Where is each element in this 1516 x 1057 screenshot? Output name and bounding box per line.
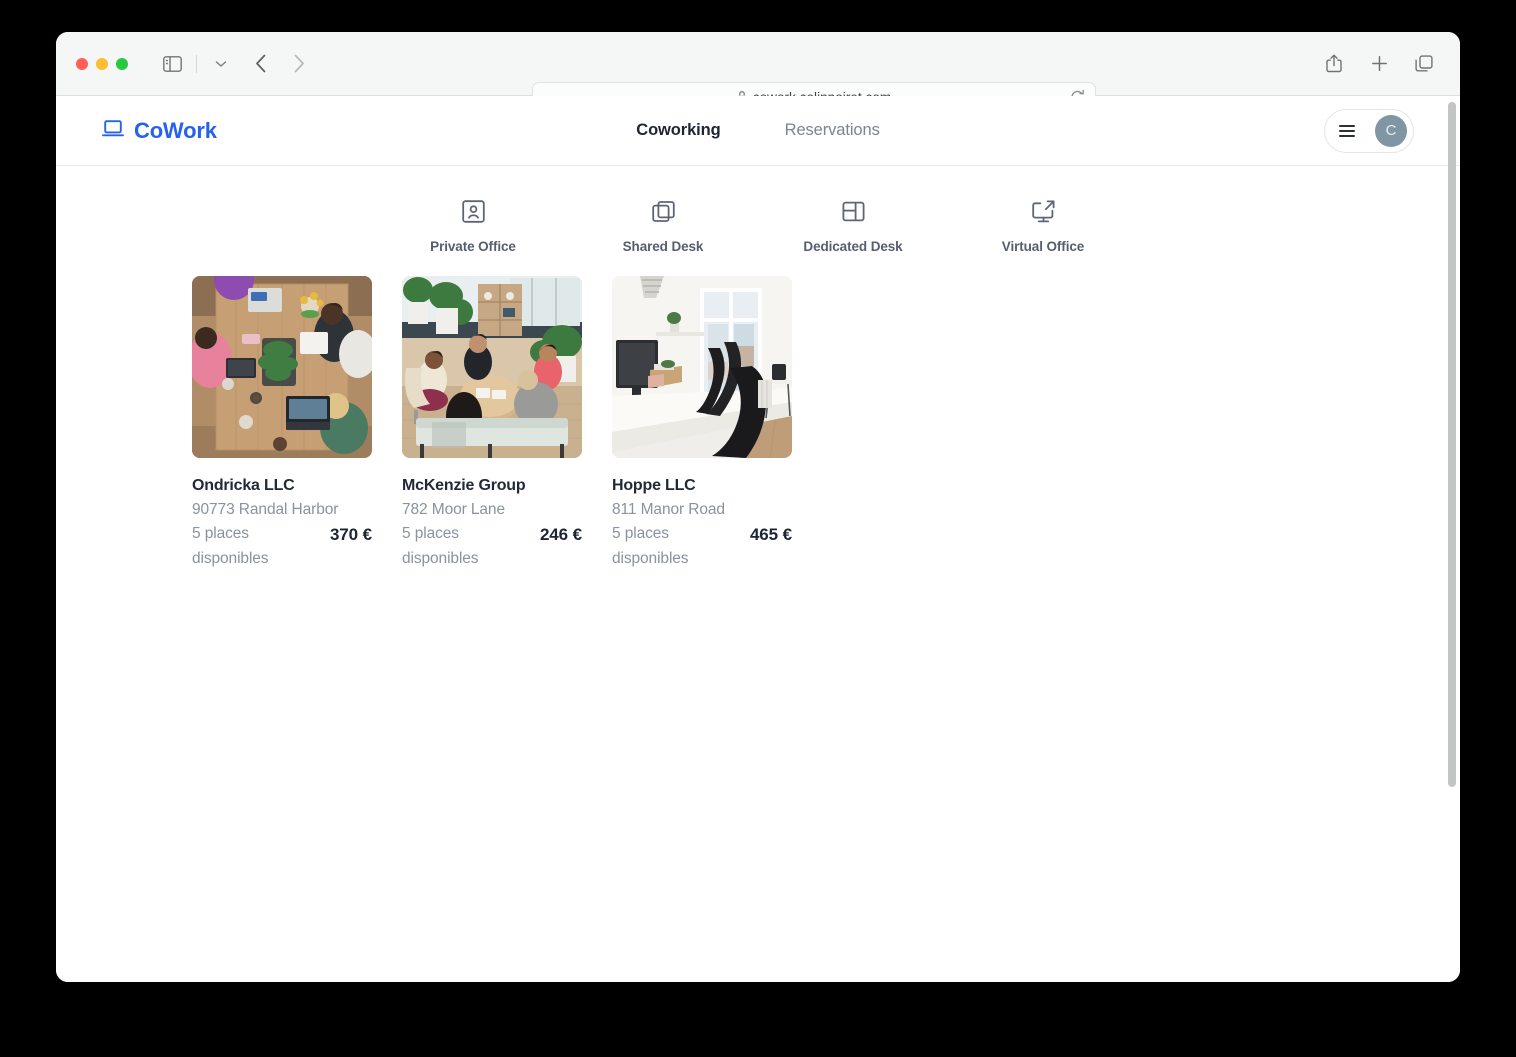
toolbar-left-group (158, 50, 235, 78)
listing-image-coworking-table-overhead[interactable] (192, 276, 372, 458)
category-label: Virtual Office (1001, 239, 1085, 254)
toolbar-divider (196, 54, 197, 73)
listing-address: 90773 Randal Harbor (192, 501, 339, 518)
listing-availability: 5 places disponibles (402, 525, 479, 567)
listing-footer: 5 places disponibles 246 € (402, 522, 582, 572)
minimize-window-button[interactable] (96, 57, 108, 70)
nav-link-coworking[interactable]: Coworking (636, 121, 720, 140)
brand-logo[interactable]: CoWork (102, 118, 217, 144)
category-label: Shared Desk (622, 239, 704, 254)
account-menu-button[interactable]: C (1324, 108, 1414, 153)
chevron-down-icon[interactable] (207, 50, 235, 78)
listing-card[interactable]: Hoppe LLC 811 Manor Road 5 places dispon… (612, 276, 792, 572)
overlapping-squares-icon (650, 198, 677, 230)
listing-name: Hoppe LLC (612, 477, 696, 494)
sidebar-toggle-icon[interactable] (158, 50, 186, 78)
browser-toolbar: cowork.colinnoiret.com (56, 32, 1460, 112)
listing-card[interactable]: Ondricka LLC 90773 Randal Harbor 5 place… (192, 276, 372, 572)
listing-address: 811 Manor Road (612, 501, 725, 518)
monitor-external-icon (1030, 198, 1057, 230)
category-label: Dedicated Desk (803, 239, 903, 254)
browser-window: cowork.colinnoiret.com (56, 32, 1460, 982)
navigation-arrows (247, 50, 313, 78)
site-header: CoWork Coworking Reservations C (56, 96, 1460, 166)
toolbar-right-group (1320, 50, 1438, 78)
listing-grid: Ondricka LLC 90773 Randal Harbor 5 place… (56, 254, 1460, 572)
category-tabs: Private Office Shared Desk Dedicated Des… (56, 166, 1460, 254)
listing-price: 465 € (749, 525, 792, 545)
plus-icon[interactable] (1365, 50, 1393, 78)
hamburger-icon[interactable] (1339, 124, 1355, 137)
laptop-icon (102, 119, 124, 143)
brand-name: CoWork (134, 117, 217, 143)
back-button[interactable] (247, 50, 275, 78)
page-scrollbar[interactable] (1448, 102, 1456, 787)
window-controls (76, 57, 128, 70)
listing-price: 246 € (539, 525, 582, 545)
listing-availability: 5 places disponibles (612, 525, 689, 567)
listing-card[interactable]: McKenzie Group 782 Moor Lane 5 places di… (402, 276, 582, 572)
maximize-window-button[interactable] (116, 57, 128, 70)
listing-footer: 5 places disponibles 370 € (192, 522, 372, 572)
listing-name: Ondricka LLC (192, 477, 295, 494)
category-tab-dedicated-desk[interactable]: Dedicated Desk (783, 198, 923, 254)
page-content: CoWork Coworking Reservations C Private … (56, 96, 1460, 982)
forward-button[interactable] (285, 50, 313, 78)
listing-price: 370 € (329, 525, 372, 545)
listing-address: 782 Moor Lane (402, 501, 505, 518)
tab-overview-icon[interactable] (1410, 50, 1438, 78)
share-icon[interactable] (1320, 50, 1348, 78)
listing-image-white-office-desks[interactable] (612, 276, 792, 458)
layout-panels-icon (840, 198, 867, 230)
category-tab-virtual-office[interactable]: Virtual Office (973, 198, 1113, 254)
category-tab-private-office[interactable]: Private Office (403, 198, 543, 254)
close-window-button[interactable] (76, 57, 88, 70)
listing-availability: 5 places disponibles (192, 525, 269, 567)
avatar[interactable]: C (1375, 114, 1407, 147)
nav-link-reservations[interactable]: Reservations (785, 121, 880, 140)
listing-footer: 5 places disponibles 465 € (612, 522, 792, 572)
listing-name: McKenzie Group (402, 477, 526, 494)
category-tab-shared-desk[interactable]: Shared Desk (593, 198, 733, 254)
contact-card-icon (460, 198, 487, 230)
main-navigation: Coworking Reservations (56, 121, 1460, 140)
category-label: Private Office (430, 239, 516, 254)
listing-image-lounge-group-meeting[interactable] (402, 276, 582, 458)
